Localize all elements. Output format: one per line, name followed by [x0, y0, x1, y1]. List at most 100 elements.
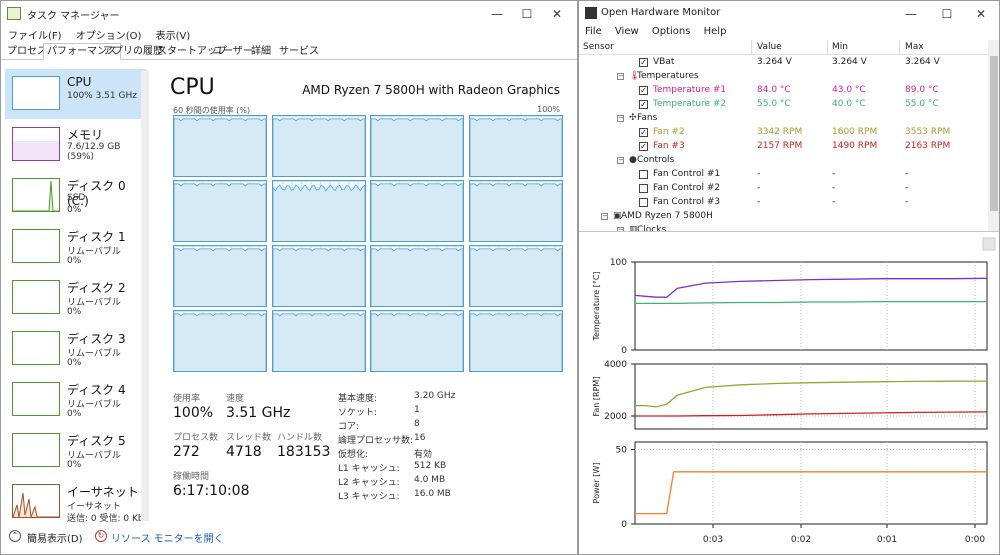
- sensor-label: Fan #3: [653, 141, 685, 151]
- col-max[interactable]: Max: [905, 42, 924, 52]
- sensor-row[interactable]: Fan Control #2 - - -: [579, 182, 987, 196]
- ohm-menu-help[interactable]: Help: [704, 26, 727, 37]
- close-button[interactable]: ✕: [543, 5, 571, 23]
- cpu-usage-area: [371, 313, 463, 371]
- sidebar-item-disk-3[interactable]: ディスク 3 リムーバブル 0%: [5, 324, 147, 374]
- title-bar: タスク マネージャー — ☐ ✕: [1, 1, 577, 27]
- menu-view[interactable]: 表示(V): [156, 31, 191, 42]
- footer: ⌃ 簡易表示(D) ↻ リソース モニターを開く: [1, 525, 577, 554]
- plot-area: [634, 441, 988, 525]
- scrollbar-thumb[interactable]: [990, 56, 998, 211]
- spec-key: L3 キャッシュ:: [338, 492, 400, 502]
- sensor-value: 3.264 V: [757, 57, 792, 67]
- stat-processes-value: 272: [173, 444, 200, 460]
- spec-value: 1: [414, 405, 420, 415]
- stat-usage-value: 100%: [173, 405, 214, 421]
- resource-monitor-icon: ↻: [95, 530, 107, 542]
- sidebar-item-disk-0[interactable]: ディスク 0 (C:) SSD 0%: [5, 171, 147, 221]
- plot-checkbox[interactable]: ✓: [639, 58, 648, 67]
- ohm-minimize-button[interactable]: —: [897, 5, 925, 23]
- sensor-row[interactable]: Fan Control #1 - - -: [579, 168, 987, 182]
- col-min[interactable]: Min: [832, 42, 848, 52]
- column-divider[interactable]: [827, 40, 828, 55]
- spec-key: 基本速度:: [338, 394, 378, 404]
- minimize-button[interactable]: —: [483, 5, 511, 23]
- sensor-row[interactable]: ✓ VBat 3.264 V 3.264 V 3.264 V: [579, 56, 987, 70]
- plot-checkbox[interactable]: [639, 170, 648, 179]
- collapse-toggle-icon[interactable]: −: [617, 73, 624, 80]
- tab-strip: プロセス パフォーマンス アプリの履歴 スタートアップ ユーザー 詳細 サービス: [1, 43, 577, 60]
- ethernet-activity-graph: [12, 492, 59, 518]
- logical-processor-graph: [271, 310, 366, 372]
- ohm-menu-file[interactable]: File: [585, 26, 602, 37]
- sensor-min: -: [832, 183, 836, 193]
- cpu-usage-area: [272, 118, 365, 176]
- sensor-group-row[interactable]: − ✣ Fans: [579, 112, 987, 126]
- ohm-menu-view[interactable]: View: [615, 26, 639, 37]
- ohm-menu-options[interactable]: Options: [652, 26, 691, 37]
- sidebar-item-detail: 100% 3.51 GHz: [67, 91, 137, 101]
- disk-thumbnail-graph: [12, 178, 60, 212]
- plot-checkbox[interactable]: ✓: [639, 142, 648, 151]
- menu-file[interactable]: ファイル(F): [8, 31, 62, 42]
- sidebar-item-disk-2[interactable]: ディスク 2 リムーバブル 0%: [5, 273, 147, 323]
- sensor-label: Fan Control #2: [653, 183, 721, 193]
- sensor-row[interactable]: ✓ Fan #2 3342 RPM 1600 RPM 3553 RPM: [579, 126, 987, 140]
- col-value[interactable]: Value: [757, 42, 782, 52]
- collapse-icon[interactable]: ⌃: [9, 530, 21, 542]
- cpu-usage-trace: [371, 118, 463, 176]
- sensor-group-row[interactable]: − 🌡 Temperatures: [579, 70, 987, 84]
- sidebar-item-value: 0%: [67, 409, 82, 419]
- ohm-close-button[interactable]: ✕: [967, 5, 995, 23]
- sidebar-item-disk-4[interactable]: ディスク 4 リムーバブル 0%: [5, 375, 147, 425]
- sidebar-scrollbar[interactable]: [141, 71, 149, 521]
- stat-handles-value: 183153: [277, 444, 331, 460]
- y-tick-label: 2000: [604, 412, 627, 422]
- cpu-usage-trace: [272, 313, 365, 371]
- sensor-row[interactable]: ✓ Temperature #2 55.0 °C 40.0 °C 55.0 °C: [579, 98, 987, 112]
- collapse-toggle-icon[interactable]: −: [601, 213, 608, 220]
- cpu-usage-area: [371, 118, 463, 176]
- plot-checkbox[interactable]: ✓: [639, 128, 648, 137]
- tab-services[interactable]: サービス: [275, 43, 323, 60]
- ohm-window-title: Open Hardware Monitor: [601, 7, 721, 18]
- sensor-group-row[interactable]: − ▣ AMD Ryzen 7 5800H: [579, 210, 987, 224]
- menu-bar: ファイル(F) オプション(O) 表示(V): [1, 27, 194, 43]
- logical-processor-graph: [370, 180, 464, 242]
- resource-monitor-link[interactable]: リソース モニターを開く: [111, 530, 224, 545]
- sidebar-item-disk-1[interactable]: ディスク 1 リムーバブル 0%: [5, 222, 147, 272]
- sidebar-item-memory[interactable]: メモリ 7.6/12.9 GB (59%): [5, 120, 147, 170]
- sensor-plot: 0 100 Temperature [°C] 2000 4000Fan [RPM] 0 50…: [592, 237, 996, 545]
- sidebar-item-ethernet[interactable]: イーサネット イーサネット 送信: 0 受信: 0 Kb: [5, 477, 147, 523]
- column-divider[interactable]: [899, 40, 900, 55]
- x-tick-label: 0:02: [791, 535, 811, 545]
- plot-area: [634, 363, 988, 430]
- plot-checkbox[interactable]: ✓: [639, 86, 648, 95]
- menu-options[interactable]: オプション(O): [76, 31, 142, 42]
- maximize-button[interactable]: ☐: [513, 5, 541, 23]
- sensor-row[interactable]: ✓ Temperature #1 84.0 °C 43.0 °C 89.0 °C: [579, 84, 987, 98]
- plot-checkbox[interactable]: [639, 198, 648, 207]
- sidebar-item-cpu[interactable]: CPU 100% 3.51 GHz: [5, 69, 147, 119]
- tab-details[interactable]: 詳細: [247, 43, 275, 60]
- brief-view-link[interactable]: 簡易表示(D): [27, 530, 83, 545]
- sidebar-item-value: 0%: [67, 205, 82, 215]
- column-divider[interactable]: [751, 40, 752, 55]
- collapse-toggle-icon[interactable]: −: [617, 115, 624, 122]
- sensor-row[interactable]: ✓ Fan #3 2157 RPM 1490 RPM 2163 RPM: [579, 140, 987, 154]
- sensor-label: Fan Control #3: [653, 197, 721, 207]
- sensor-row[interactable]: Fan Control #3 - - -: [579, 196, 987, 210]
- ohm-maximize-button[interactable]: ☐: [933, 5, 961, 23]
- stat-handles-label: ハンドル数: [277, 433, 323, 443]
- collapse-toggle-icon[interactable]: −: [617, 157, 624, 164]
- ohm-window: Open Hardware Monitor — ☐ ✕ File View Op…: [578, 0, 1000, 555]
- plot-checkbox[interactable]: ✓: [639, 100, 648, 109]
- sidebar-item-disk-5[interactable]: ディスク 5 リムーバブル 0%: [5, 426, 147, 476]
- logical-processor-graph: [173, 310, 267, 372]
- logical-processor-graph: [173, 115, 267, 177]
- col-sensor[interactable]: Sensor: [583, 42, 614, 52]
- sensor-value: -: [757, 183, 761, 193]
- sensor-min: 43.0 °C: [832, 85, 866, 95]
- sensor-group-row[interactable]: − ● Controls: [579, 154, 987, 168]
- plot-checkbox[interactable]: [639, 184, 648, 193]
